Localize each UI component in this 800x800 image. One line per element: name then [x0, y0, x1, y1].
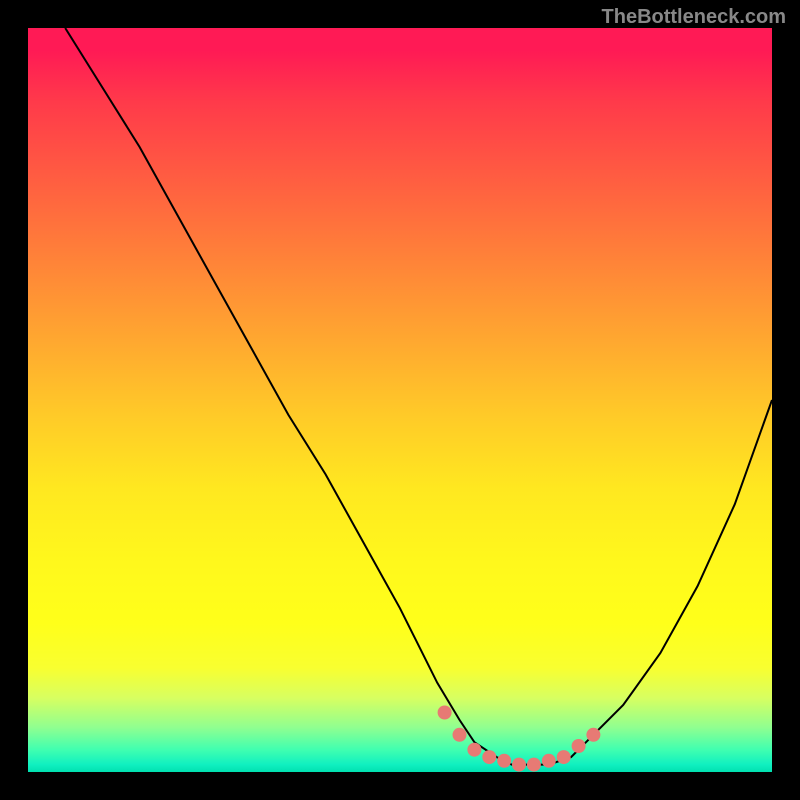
optimal-dot	[512, 758, 526, 772]
watermark-text: TheBottleneck.com	[602, 6, 786, 29]
optimal-dot	[527, 758, 541, 772]
optimal-dot	[453, 728, 467, 742]
optimal-range-dots	[438, 706, 601, 772]
optimal-dot	[542, 754, 556, 768]
optimal-dot	[572, 739, 586, 753]
optimal-dot	[482, 750, 496, 764]
optimal-dot	[438, 706, 452, 720]
optimal-dot	[497, 754, 511, 768]
optimal-dot	[557, 750, 571, 764]
optimal-dot	[586, 728, 600, 742]
plot-area	[28, 28, 772, 772]
chart-svg	[28, 28, 772, 772]
bottleneck-curve	[65, 28, 772, 765]
optimal-dot	[467, 743, 481, 757]
